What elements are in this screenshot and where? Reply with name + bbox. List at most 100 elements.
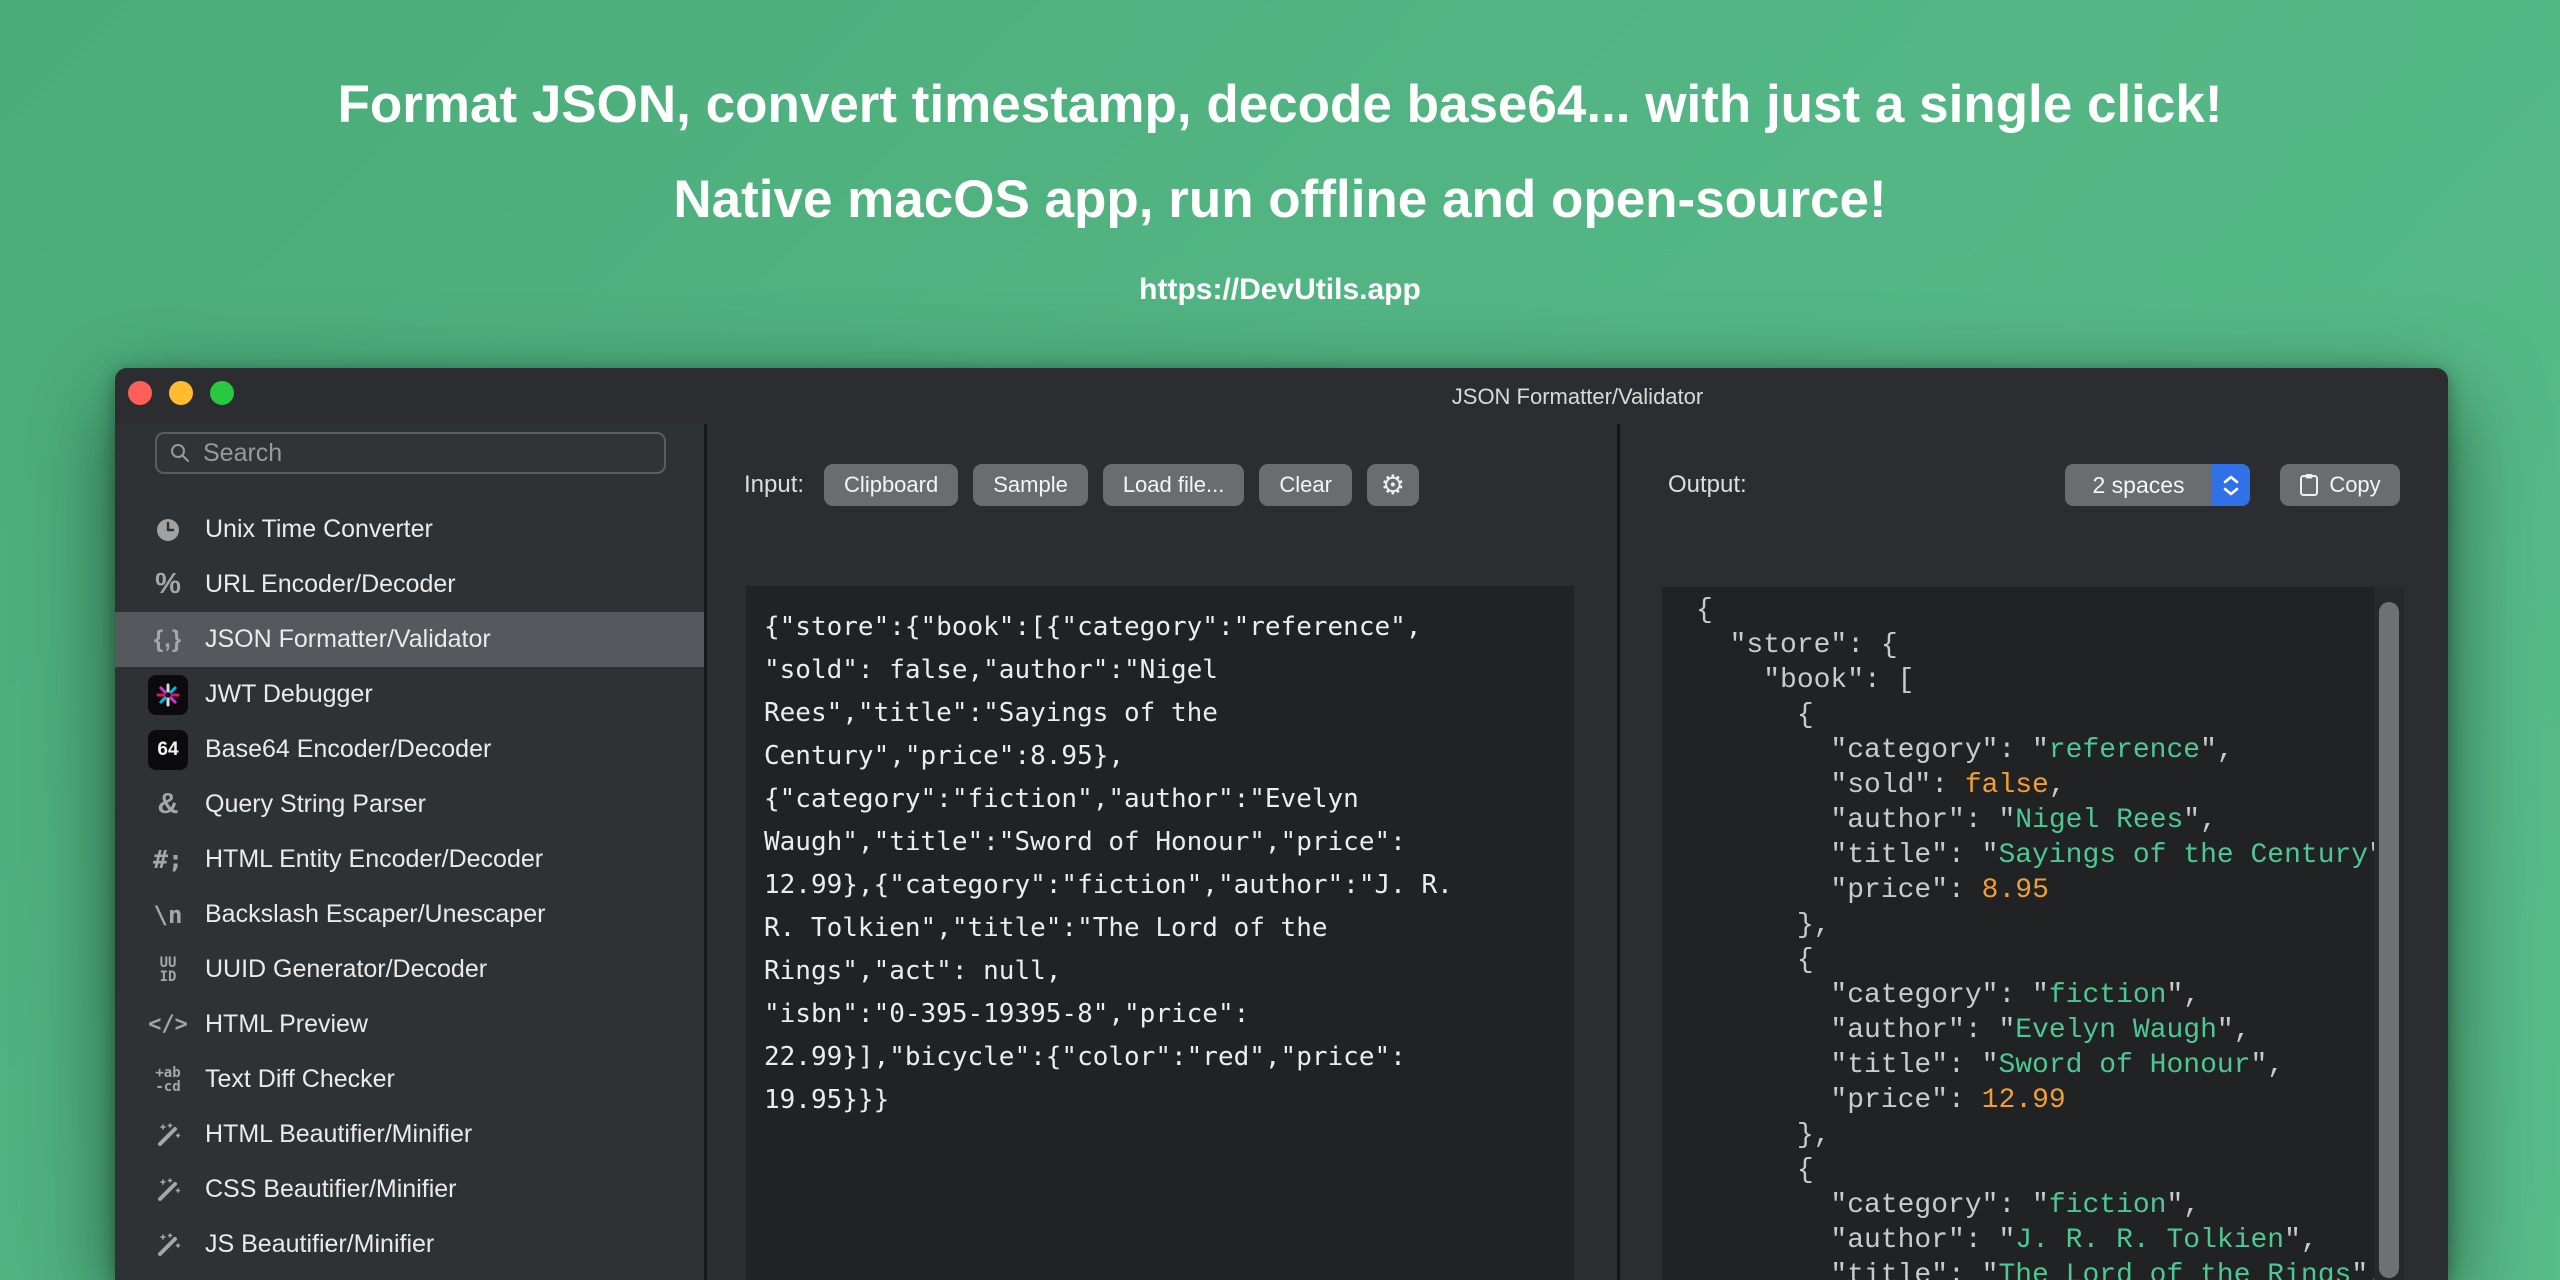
- output-code-line: "price": 12.99: [1696, 1085, 2066, 1116]
- input-panel: Input: Clipboard Sample Load file... Clear …: [707, 424, 1620, 1280]
- clipboard-button[interactable]: Clipboard: [824, 464, 959, 506]
- sidebar-item-label: Text Diff Checker: [205, 1065, 395, 1093]
- sidebar-item-label: JSON Formatter/Validator: [205, 625, 491, 653]
- sidebar-item-unix-time-converter[interactable]: Unix Time Converter: [115, 502, 704, 557]
- backslash-icon: \n: [153, 900, 183, 929]
- output-label: Output:: [1668, 471, 1747, 498]
- sidebar-item-label: Backslash Escaper/Unescaper: [205, 900, 546, 928]
- output-header: Output: 2 spaces Copy: [1620, 464, 2448, 506]
- devutils-promo-screenshot: Format JSON, convert timestamp, decode b…: [0, 0, 2560, 1280]
- window-title: JSON Formatter/Validator: [1451, 384, 1704, 409]
- diff-icon: +ab -cd: [155, 1064, 181, 1095]
- sidebar-item-css-beautifier-minifier[interactable]: CSS Beautifier/Minifier: [115, 1162, 704, 1217]
- hero-headline-1: Format JSON, convert timestamp, decode b…: [337, 75, 2223, 134]
- output-panel: Output: 2 spaces Copy {"store": {"book…: [1620, 424, 2448, 1280]
- indent-select[interactable]: 2 spaces: [2065, 464, 2250, 506]
- output-code-line: "category": "fiction",: [1696, 980, 2201, 1011]
- output-code-line: "sold": false,: [1696, 770, 2066, 801]
- sidebar-item-backslash-escaper-unescaper[interactable]: \n Backslash Escaper/Unescaper: [115, 887, 704, 942]
- output-code-line: "title": "Sword of Honour",: [1696, 1050, 2285, 1081]
- sidebar-nav: Unix Time Converter% URL Encoder/Decoder {…: [115, 502, 704, 1280]
- app-window: JSON Formatter/Validator Unix Time Conve…: [115, 368, 2448, 1280]
- sidebar-item-html-beautifier-minifier[interactable]: HTML Beautifier/Minifier: [115, 1107, 704, 1162]
- output-code-line: "author": "J. R. R. Tolkien",: [1696, 1225, 2318, 1256]
- output-code-line: {: [1696, 700, 1814, 731]
- jwt-icon: [146, 673, 190, 717]
- sidebar-item-label: Base64 Encoder/Decoder: [205, 735, 492, 763]
- close-button[interactable]: [128, 381, 152, 405]
- base64-icon: 64: [146, 728, 190, 772]
- code-icon: </>: [148, 1012, 188, 1037]
- sidebar: Unix Time Converter% URL Encoder/Decoder {…: [115, 424, 707, 1280]
- copy-button[interactable]: Copy: [2280, 464, 2400, 506]
- sidebar-item-url-encoder-decoder[interactable]: % URL Encoder/Decoder: [115, 557, 704, 612]
- sidebar-item-label: HTML Preview: [205, 1010, 368, 1038]
- window-titlebar: JSON Formatter/Validator: [115, 368, 2448, 424]
- output-code-line: "book": [: [1696, 665, 1915, 696]
- chevron-up-down-icon: [2212, 464, 2250, 506]
- gear-icon: ⚙: [1380, 469, 1406, 501]
- output-code-line: {: [1696, 945, 1814, 976]
- input-label: Input:: [744, 471, 805, 498]
- output-code-line: "price": 8.95: [1696, 875, 2049, 906]
- sidebar-item-label: HTML Entity Encoder/Decoder: [205, 845, 544, 873]
- zoom-button[interactable]: [210, 381, 234, 405]
- output-code-line: {: [1696, 1155, 1814, 1186]
- wand-icon: [146, 1168, 190, 1212]
- input-settings-button[interactable]: ⚙: [1366, 464, 1419, 506]
- hero-banner: Format JSON, convert timestamp, decode b…: [0, 0, 2560, 307]
- sidebar-item-label: UUID Generator/Decoder: [205, 955, 488, 983]
- wand-icon: [146, 1223, 190, 1267]
- output-code-line: "store": {: [1696, 630, 1898, 661]
- input-buttons: Clipboard Sample Load file... Clear: [824, 464, 1352, 506]
- main-content: Input: Clipboard Sample Load file... Clear …: [707, 424, 2448, 1280]
- sidebar-item-label: Query String Parser: [205, 790, 426, 818]
- clock-icon: [146, 508, 190, 552]
- sidebar-item-html-entity-encoder-decoder[interactable]: #; HTML Entity Encoder/Decoder: [115, 832, 704, 887]
- clipboard-icon: [2300, 474, 2319, 496]
- output-scrollbar-thumb[interactable]: [2379, 602, 2399, 1278]
- sidebar-item-uuid-generator-decoder[interactable]: UU ID UUID Generator/Decoder: [115, 942, 704, 997]
- traffic-lights: [128, 381, 234, 405]
- output-code-line: "title": "Sayings of the Century",: [1696, 840, 2401, 871]
- input-editor[interactable]: {"store":{"book":[{"category":"reference…: [746, 586, 1574, 1280]
- output-scrollbar[interactable]: [2374, 587, 2404, 1280]
- sidebar-item-label: Unix Time Converter: [205, 515, 433, 543]
- output-viewer[interactable]: { "store": { "book": [ { "category": "re…: [1662, 587, 2404, 1280]
- clear-button[interactable]: Clear: [1259, 464, 1352, 506]
- output-code-line: {: [1696, 595, 1713, 626]
- html-entity-icon: #;: [152, 845, 184, 874]
- output-code-line: "title": "The Lord of the Rings",: [1696, 1260, 2385, 1280]
- output-code-line: "author": "Evelyn Waugh",: [1696, 1015, 2251, 1046]
- sidebar-item-label: URL Encoder/Decoder: [205, 570, 456, 598]
- output-code-line: },: [1696, 1120, 1831, 1151]
- sidebar-item-label: JS Beautifier/Minifier: [205, 1230, 435, 1258]
- search-box[interactable]: [155, 432, 666, 474]
- sidebar-item-jwt-debugger[interactable]: JWT Debugger: [115, 667, 704, 722]
- sidebar-item-html-preview[interactable]: </> HTML Preview: [115, 997, 704, 1052]
- sidebar-item-base64-encoder-decoder[interactable]: 64 Base64 Encoder/Decoder: [115, 722, 704, 777]
- sidebar-item-text-diff-checker[interactable]: +ab -cd Text Diff Checker: [115, 1052, 704, 1107]
- sidebar-item-label: HTML Beautifier/Minifier: [205, 1120, 473, 1148]
- indent-value: 2 spaces: [2065, 464, 2212, 506]
- copy-button-label: Copy: [2329, 472, 2381, 497]
- load-file-button[interactable]: Load file...: [1102, 464, 1245, 506]
- sidebar-item-partial-item[interactable]: [115, 1272, 704, 1280]
- sidebar-item-label: CSS Beautifier/Minifier: [205, 1175, 457, 1203]
- output-code-line: },: [1696, 910, 1831, 941]
- hero-headline-2: Native macOS app, run offline and open-s…: [673, 170, 1887, 229]
- sidebar-item-json-formatter-validator[interactable]: {,} JSON Formatter/Validator: [115, 612, 704, 667]
- percent-icon: %: [155, 568, 181, 600]
- search-input[interactable]: [201, 437, 652, 469]
- output-code-line: "author": "Nigel Rees",: [1696, 805, 2217, 836]
- search-icon: [171, 444, 189, 462]
- sidebar-item-js-beautifier-minifier[interactable]: JS Beautifier/Minifier: [115, 1217, 704, 1272]
- sidebar-item-label: JWT Debugger: [205, 680, 373, 708]
- sample-button[interactable]: Sample: [973, 464, 1088, 506]
- input-header: Input: Clipboard Sample Load file... Clear …: [707, 464, 1617, 506]
- output-code-line: "category": "fiction",: [1696, 1190, 2201, 1221]
- minimize-button[interactable]: [169, 381, 193, 405]
- uuid-icon: UU ID: [159, 954, 177, 985]
- sidebar-item-query-string-parser[interactable]: & Query String Parser: [115, 777, 704, 832]
- ampersand-icon: &: [157, 788, 179, 820]
